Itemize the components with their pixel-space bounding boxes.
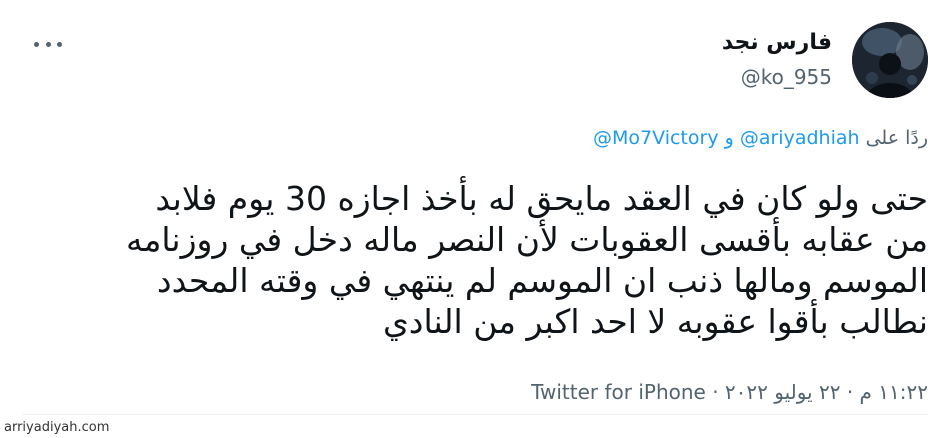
more-horizontal-icon bbox=[34, 41, 39, 47]
author-handle[interactable]: @ko_955 bbox=[741, 65, 832, 89]
tweet-text-line: من عقابه بأقسى العقوبات لأن النصر ماله د… bbox=[126, 220, 928, 259]
tweet-time[interactable]: ١١:٢٢ م bbox=[860, 380, 928, 404]
more-options-button[interactable] bbox=[34, 36, 62, 52]
more-horizontal-icon-dot bbox=[45, 41, 51, 47]
author-display-name[interactable]: فارس نجد bbox=[722, 30, 832, 55]
reply-mention-mo7victory[interactable]: @Mo7Victory bbox=[593, 127, 719, 149]
reply-mention-ariyadhiah[interactable]: @ariyadhiah bbox=[740, 127, 860, 149]
tweet-text-line: الموسم ومالها ذنب ان الموسم لم ينتهي في … bbox=[156, 261, 928, 300]
reply-prefix: ردًا على bbox=[865, 127, 928, 149]
meta-separator: · bbox=[712, 380, 719, 404]
tweet-metadata: ١١:٢٢ م · ٢٢ يوليو ٢٠٢٢ · Twitter for iP… bbox=[531, 380, 928, 404]
reply-conjunction: و bbox=[724, 127, 734, 149]
tweet-date[interactable]: ٢٢ يوليو ٢٠٢٢ bbox=[725, 380, 841, 404]
avatar[interactable] bbox=[852, 22, 928, 98]
tweet-source[interactable]: Twitter for iPhone bbox=[531, 380, 706, 404]
tweet-text-line: حتى ولو كان في العقد مايحق له بأخذ اجازه… bbox=[155, 179, 928, 218]
more-horizontal-icon-dot bbox=[57, 41, 62, 47]
tweet-text-line: نطالب بأقوا عقوبه لا احد اكبر من النادي bbox=[382, 302, 928, 341]
avatar-image bbox=[852, 22, 928, 98]
tweet-card: فارس نجد @ko_955 ردًا على @ariyadhiah و … bbox=[0, 0, 950, 438]
watermark: arriyadiyah.com bbox=[4, 420, 110, 435]
reply-context: ردًا على @ariyadhiah و @Mo7Victory bbox=[593, 127, 928, 149]
meta-separator: · bbox=[846, 380, 854, 404]
tweet-text: حتى ولو كان في العقد مايحق له بأخذ اجازه… bbox=[36, 178, 928, 342]
divider bbox=[22, 414, 928, 415]
